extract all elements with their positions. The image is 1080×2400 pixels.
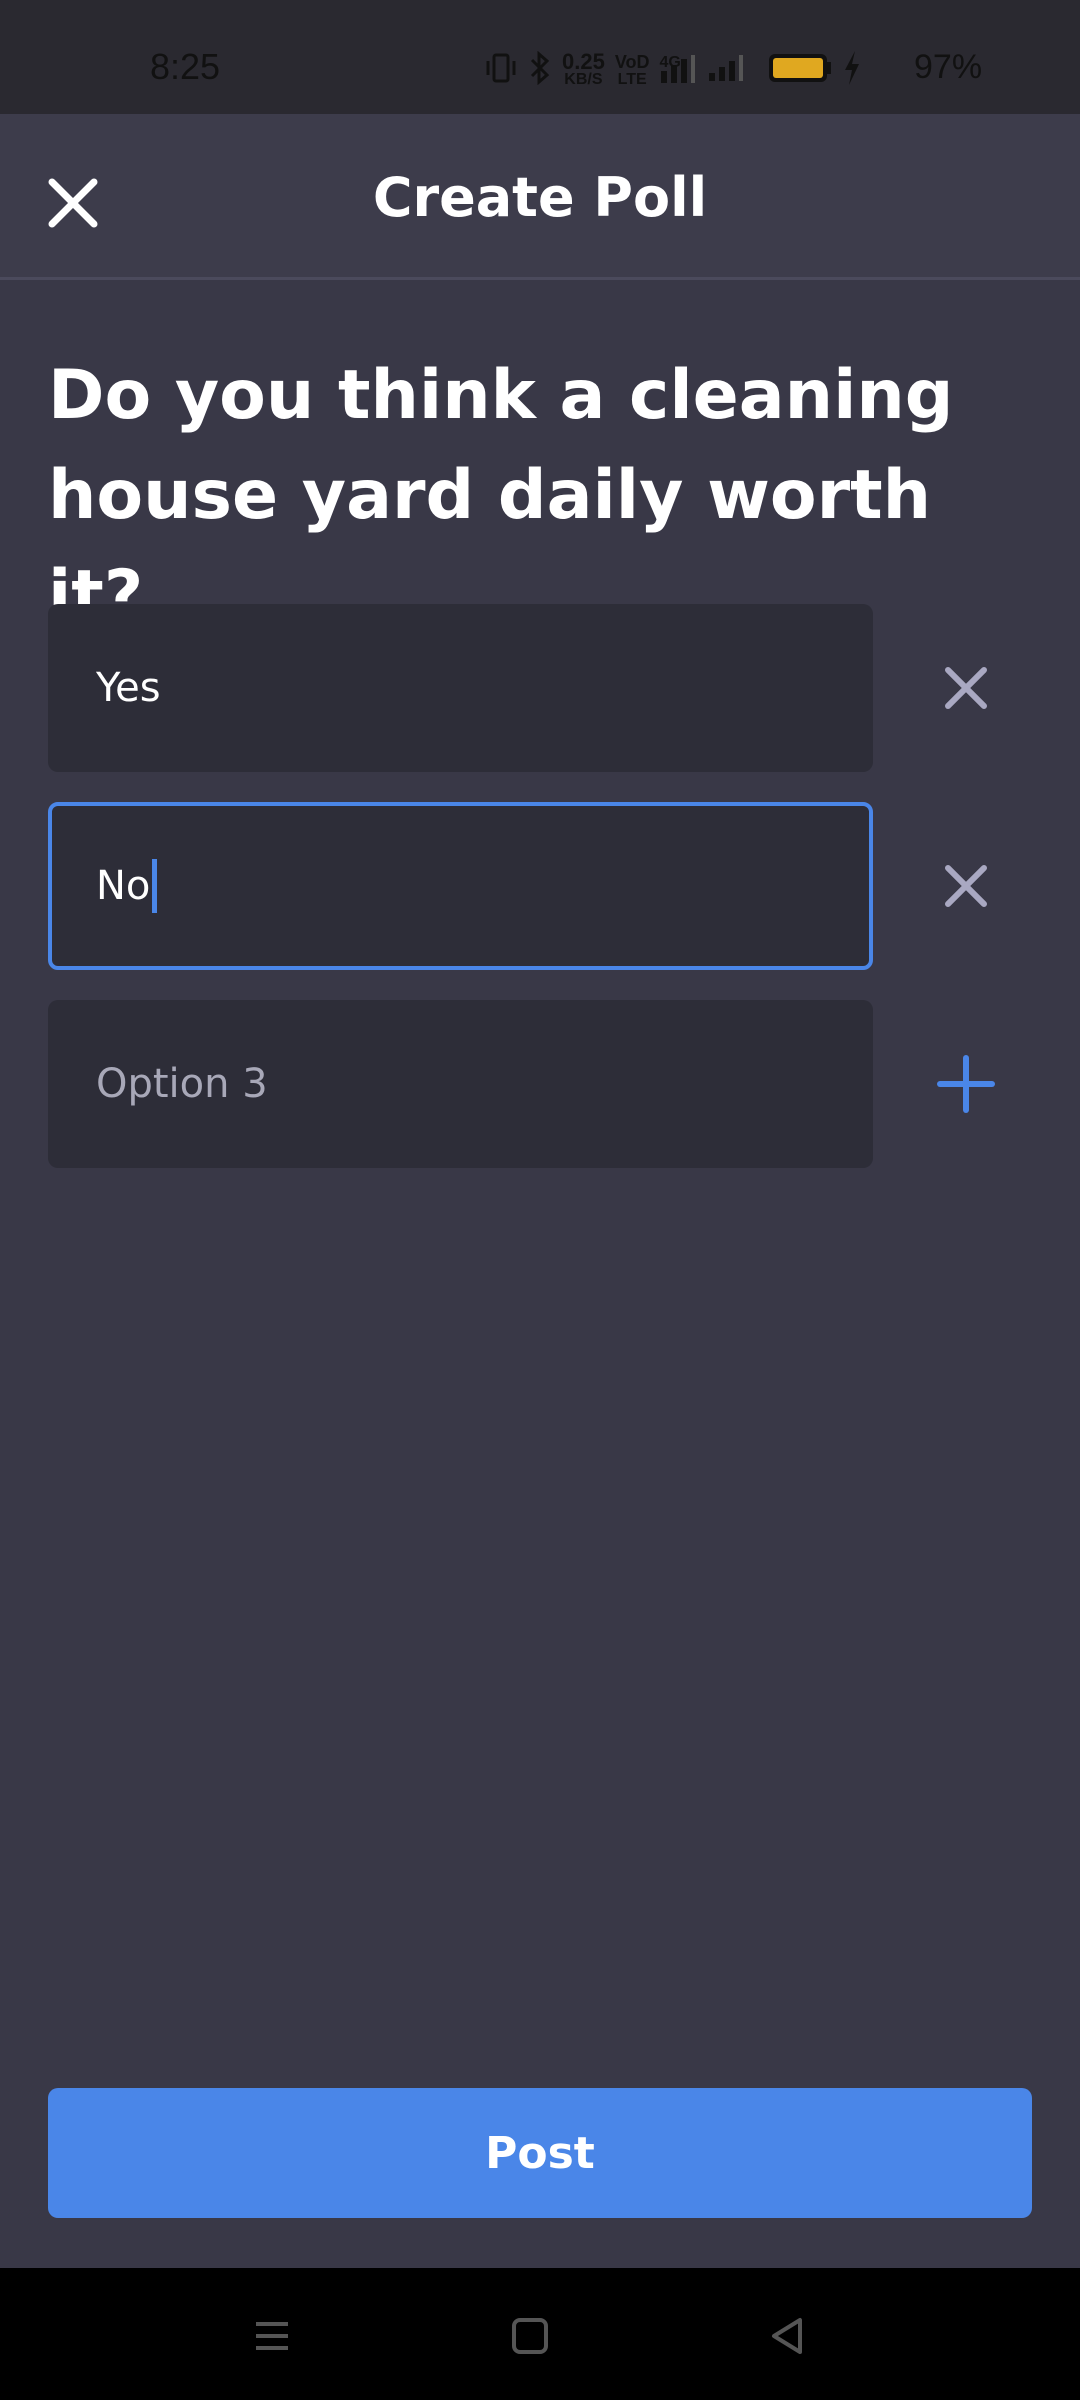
poll-option-3: Option 3: [48, 1000, 1038, 1168]
battery-icon: [767, 51, 833, 89]
close-icon: [945, 667, 987, 709]
option-input[interactable]: Yes: [48, 604, 873, 772]
system-nav-bar: [0, 2268, 1080, 2400]
volte-top: VoD: [614, 52, 650, 72]
back-icon: [772, 2318, 802, 2354]
plus-icon: [937, 1055, 995, 1113]
post-button[interactable]: Post: [48, 2088, 1032, 2218]
status-bar: 8:25 0.25 KB/S VoD LTE 4G 97%: [0, 0, 1080, 114]
signal-4g-icon: 4G: [660, 55, 697, 85]
close-icon: [945, 865, 987, 907]
poll-question: Do you think a cleaning house yard daily…: [48, 356, 954, 635]
volte-badge: VoD LTE: [615, 52, 650, 88]
back-button[interactable]: [758, 2306, 818, 2366]
home-icon: [512, 2318, 548, 2354]
create-poll-screen: 8:25 0.25 KB/S VoD LTE 4G 97% Create Pol…: [0, 0, 1080, 2400]
option-placeholder: Option 3: [96, 1061, 268, 1107]
home-button[interactable]: [500, 2306, 560, 2366]
signal-icon: [707, 53, 747, 87]
menu-button[interactable]: [242, 2306, 302, 2366]
menu-icon: [256, 2322, 288, 2350]
net-speed-unit: KB/S: [564, 71, 603, 88]
battery-percent: 97%: [914, 48, 983, 86]
remove-option-button[interactable]: [928, 650, 1004, 726]
remove-option-button[interactable]: [928, 848, 1004, 924]
add-option-button[interactable]: [928, 1046, 1004, 1122]
option-input[interactable]: No: [48, 802, 873, 970]
app-header: Create Poll: [0, 114, 1080, 280]
page-title: Create Poll: [372, 166, 708, 229]
option-value: No: [96, 863, 151, 909]
charging-icon: [843, 51, 861, 89]
text-cursor: [152, 859, 158, 913]
network-type: 4G: [659, 54, 681, 71]
net-speed: 0.25 KB/S: [562, 49, 605, 88]
vibrate-icon: [484, 53, 518, 87]
status-time: 8:25: [150, 46, 221, 87]
poll-option-1: Yes: [48, 604, 1038, 772]
option-input[interactable]: Option 3: [48, 1000, 873, 1168]
net-speed-value: 0.25: [562, 49, 605, 74]
poll-option-2: No: [48, 802, 1038, 970]
option-value: Yes: [96, 665, 161, 711]
bluetooth-icon: [528, 50, 552, 89]
volte-bottom: LTE: [617, 71, 647, 88]
status-icons: 0.25 KB/S VoD LTE 4G: [484, 48, 871, 92]
